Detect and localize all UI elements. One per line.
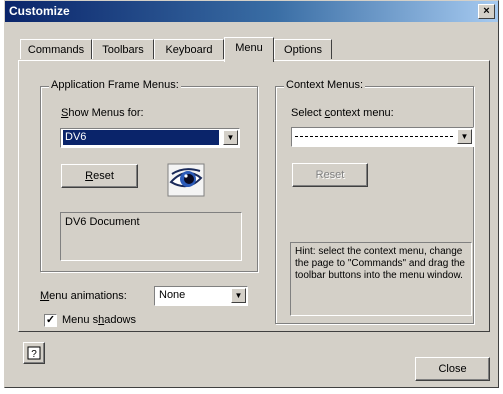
reset-app-menu-button[interactable]: Reset (61, 164, 138, 188)
window-title: Customize (9, 4, 70, 18)
label-text: eset (93, 170, 114, 182)
label-text: adows (104, 314, 136, 326)
customize-dialog: Customize × Commands Toolbars Keyboard M… (4, 0, 499, 388)
eye-icon (166, 162, 206, 198)
select-context-label: Select context menu: (291, 107, 394, 119)
menu-shadows-checkbox[interactable]: ✓ (44, 314, 57, 327)
group-label: Application Frame Menus: (49, 79, 181, 91)
hint-text: Hint: select the context menu, change th… (290, 242, 472, 316)
show-menus-select[interactable]: DV6 ▼ (60, 128, 240, 148)
close-window-button[interactable]: × (478, 4, 495, 19)
label-text: Menu s (62, 314, 99, 326)
chevron-down-icon[interactable]: ▼ (231, 288, 246, 303)
menu-tab-panel: Application Frame Menus: Show Menus for:… (18, 60, 490, 332)
tab-menu[interactable]: Menu (224, 37, 274, 62)
close-button[interactable]: Close (415, 357, 490, 381)
title-bar[interactable]: Customize × (5, 1, 498, 22)
menu-description: DV6 Document (60, 212, 242, 261)
menu-shadows-label[interactable]: Menu shadows (62, 314, 136, 326)
menu-animations-value: None (159, 289, 186, 301)
check-icon: ✓ (45, 314, 56, 326)
app-frame-menus-group: Application Frame Menus: Show Menus for:… (40, 79, 258, 272)
context-menus-group: Context Menus: Select context menu: ▼ Re… (275, 79, 474, 324)
tab-label: Keyboard (165, 44, 213, 56)
tab-label: Toolbars (102, 44, 144, 56)
close-icon: × (483, 5, 490, 17)
show-menus-label: Show Menus for: (61, 107, 144, 119)
help-icon: ? (27, 346, 41, 360)
show-menus-value: DV6 (63, 130, 219, 145)
chevron-down-icon[interactable]: ▼ (223, 130, 238, 145)
context-menu-select[interactable]: ▼ (291, 127, 474, 147)
label-text: ontext menu: (330, 107, 394, 119)
tab-keyboard[interactable]: Keyboard (154, 39, 224, 59)
tab-label: Commands (27, 44, 85, 56)
tab-options[interactable]: Options (274, 39, 332, 59)
help-button[interactable]: ? (23, 342, 45, 364)
tab-toolbars[interactable]: Toolbars (92, 39, 154, 59)
accelerator: M (40, 290, 50, 302)
tab-label: Options (284, 44, 322, 56)
accelerator: R (85, 170, 94, 182)
label-text: Select (291, 107, 325, 119)
reset-context-menu-button[interactable]: Reset (292, 163, 368, 187)
tab-commands[interactable]: Commands (20, 39, 92, 59)
empty-selection (295, 136, 453, 137)
label-text: enu animations: (49, 290, 127, 302)
group-label: Context Menus: (284, 79, 366, 91)
label-text: how Menus for: (68, 107, 144, 119)
chevron-down-icon[interactable]: ▼ (457, 129, 472, 144)
tab-label: Menu (235, 42, 263, 54)
svg-text:?: ? (31, 349, 37, 360)
menu-animations-label: Menu animations: (40, 290, 127, 302)
menu-animations-select[interactable]: None ▼ (154, 286, 248, 306)
